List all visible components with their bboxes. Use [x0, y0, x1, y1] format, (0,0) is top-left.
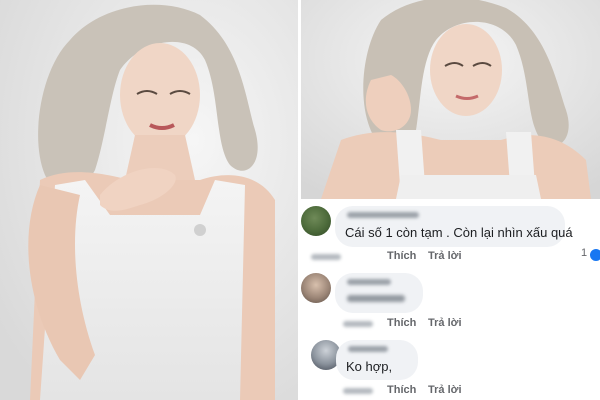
timestamp-blurred[interactable] [343, 388, 373, 394]
comment-text-blurred [347, 295, 405, 302]
reply-link[interactable]: Trả lời [428, 250, 462, 262]
photo-right-illustration [301, 0, 600, 199]
comment-text: Cái số 1 còn tạm . Còn lại nhìn xấu quá [345, 225, 573, 240]
avatar[interactable] [301, 273, 331, 303]
reaction-count: 1 [581, 247, 588, 259]
reply-link[interactable]: Trả lời [428, 317, 462, 329]
avatar[interactable] [301, 206, 331, 236]
photo-right [301, 0, 600, 199]
reply-link[interactable]: Trả lời [428, 384, 462, 396]
like-reaction-icon[interactable] [589, 248, 600, 262]
like-link[interactable]: Thích [387, 250, 416, 262]
comment-bubble [335, 273, 423, 313]
comment-text: Ko hợp, [346, 359, 393, 374]
like-link[interactable]: Thích [387, 384, 416, 396]
comment-thread: Cái số 1 còn tạm . Còn lại nhìn xấu quá … [301, 202, 600, 400]
comment-bubble: Ko hợp, [336, 340, 418, 380]
like-link[interactable]: Thích [387, 317, 416, 329]
timestamp-blurred[interactable] [311, 254, 341, 260]
timestamp-blurred[interactable] [343, 321, 373, 327]
comment-bubble: Cái số 1 còn tạm . Còn lại nhìn xấu quá [335, 206, 573, 247]
photo-left [0, 0, 298, 400]
author-name-blurred[interactable] [347, 279, 391, 285]
photo-left-illustration [0, 0, 298, 400]
author-name-blurred[interactable] [347, 212, 419, 218]
author-name-blurred[interactable] [348, 346, 388, 352]
